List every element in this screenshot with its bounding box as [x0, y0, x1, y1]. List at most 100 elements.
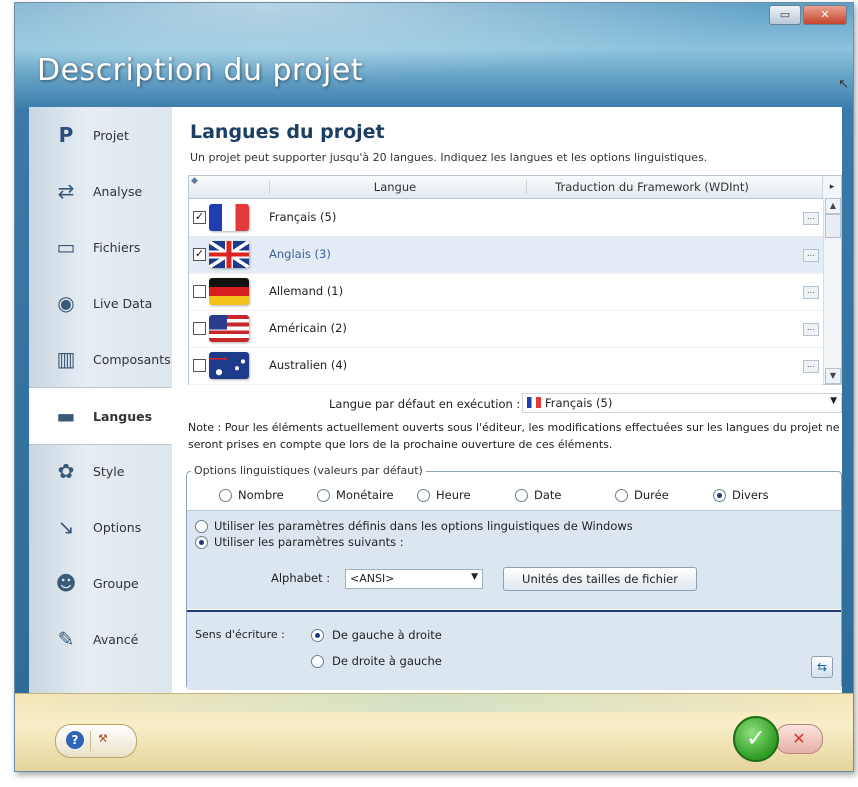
- row-more-button[interactable]: …: [803, 249, 819, 262]
- radio-icon: [219, 489, 232, 502]
- tab-label: Heure: [436, 488, 471, 502]
- option-label: Utiliser les paramètres définis dans les…: [214, 519, 633, 533]
- sidebar-item-label: Options: [93, 519, 142, 535]
- options-icon: ↘: [57, 515, 75, 539]
- project-description-window: ▭ ✕ Description du projet ↖ P Projet ⇄ A…: [14, 2, 854, 772]
- help-icon[interactable]: ?: [66, 731, 84, 749]
- alphabet-value: <ANSI>: [350, 572, 395, 585]
- advanced-icon: ✎: [57, 627, 75, 651]
- languages-table: ◆ Langue Traduction du Framework (WDInt)…: [188, 175, 842, 385]
- column-header-langue[interactable]: Langue: [269, 180, 520, 194]
- sidebar-item-label: Projet: [93, 127, 129, 143]
- options-legend: Options linguistiques (valeurs par défau…: [191, 464, 426, 477]
- sidebar-item-label: Groupe: [93, 575, 139, 591]
- sidebar-item-composants[interactable]: ▥ Composants: [29, 331, 172, 387]
- row-checkbox[interactable]: [193, 322, 206, 335]
- close-button[interactable]: ✕: [803, 5, 847, 25]
- sidebar-item-options[interactable]: ↘ Options: [29, 499, 172, 555]
- sidebar-item-label: Avancé: [93, 631, 139, 647]
- tab-label: Divers: [732, 488, 769, 502]
- tab-heure[interactable]: Heure: [417, 488, 471, 502]
- table-row[interactable]: Australien (4) …: [189, 347, 823, 385]
- default-language-select[interactable]: Français (5) ▼: [522, 393, 842, 413]
- main-panel: Langues du projet Un projet peut support…: [172, 107, 842, 693]
- sidebar-item-langues[interactable]: ▬ Langues: [29, 387, 179, 445]
- column-header-traduction[interactable]: Traduction du Framework (WDInt): [526, 180, 777, 194]
- tab-divers[interactable]: Divers: [713, 488, 769, 502]
- cancel-button[interactable]: ✕: [775, 724, 823, 754]
- tab-label: Nombre: [238, 488, 284, 502]
- files-icon: ▭: [56, 235, 76, 259]
- table-row[interactable]: ✓ Français (5) …: [189, 199, 823, 237]
- language-name: Anglais (3): [269, 247, 331, 261]
- language-name: Américain (2): [269, 321, 347, 335]
- row-checkbox[interactable]: [193, 285, 206, 298]
- table-scrollbar[interactable]: ▲ ▼: [823, 198, 841, 384]
- tab-duree[interactable]: Durée: [615, 488, 669, 502]
- radio-icon: [615, 489, 628, 502]
- sidebar-item-label: Composants: [93, 351, 171, 367]
- analysis-icon: ⇄: [57, 179, 75, 203]
- sidebar-item-projet[interactable]: P Projet: [29, 107, 172, 163]
- row-checkbox[interactable]: ✓: [193, 211, 206, 224]
- style-icon: ✿: [57, 459, 75, 483]
- note-text: Note : Pour les éléments actuellement ou…: [188, 421, 840, 451]
- sidebar-item-style[interactable]: ✿ Style: [29, 443, 172, 499]
- divers-settings-panel: Utiliser les paramètres définis dans les…: [187, 510, 841, 609]
- use-following-option[interactable]: Utiliser les paramètres suivants :: [195, 535, 404, 549]
- tab-label: Durée: [634, 488, 669, 502]
- scroll-up-icon[interactable]: ▲: [825, 198, 841, 214]
- refresh-icon[interactable]: ⇆: [811, 656, 833, 678]
- scroll-down-icon[interactable]: ▼: [825, 368, 841, 384]
- project-icon: P: [58, 123, 74, 147]
- ok-button[interactable]: ✓: [733, 716, 779, 762]
- writing-direction-panel: Sens d'écriture : De gauche à droite De …: [187, 610, 841, 690]
- flag-france-icon: [527, 397, 541, 408]
- radio-selected-icon: [311, 629, 324, 642]
- sidebar: P Projet ⇄ Analyse ▭ Fichiers ◉ Live Dat…: [29, 107, 179, 693]
- radio-icon: [417, 489, 430, 502]
- radio-selected-icon: [195, 536, 208, 549]
- sidebar-item-analyse[interactable]: ⇄ Analyse: [29, 163, 172, 219]
- row-checkbox[interactable]: [193, 359, 206, 372]
- tab-label: Monétaire: [336, 488, 394, 502]
- table-row[interactable]: ✓ Anglais (3) …: [189, 236, 823, 274]
- tab-date[interactable]: Date: [515, 488, 562, 502]
- rtl-option[interactable]: De droite à gauche: [311, 654, 442, 668]
- sidebar-item-avance[interactable]: ✎ Avancé: [29, 611, 172, 667]
- options-tabs: Nombre Monétaire Heure Date Durée Divers: [187, 482, 841, 510]
- ltr-option[interactable]: De gauche à droite: [311, 628, 442, 642]
- language-name: Allemand (1): [269, 284, 344, 298]
- flag-france-icon: [209, 204, 249, 231]
- alphabet-select[interactable]: <ANSI> ▼: [345, 569, 483, 589]
- row-more-button[interactable]: …: [803, 323, 819, 336]
- table-row[interactable]: Allemand (1) …: [189, 273, 823, 311]
- sidebar-item-fichiers[interactable]: ▭ Fichiers: [29, 219, 172, 275]
- page-title: Langues du projet: [190, 121, 385, 143]
- sidebar-item-live-data[interactable]: ◉ Live Data: [29, 275, 172, 331]
- row-checkbox[interactable]: ✓: [193, 248, 206, 261]
- sidebar-item-label: Fichiers: [93, 239, 141, 255]
- tools-icon[interactable]: ⚒: [98, 732, 114, 748]
- scroll-thumb[interactable]: [825, 214, 841, 238]
- sidebar-item-groupe[interactable]: ☻ Groupe: [29, 555, 172, 611]
- row-more-button[interactable]: …: [803, 286, 819, 299]
- radio-selected-icon: [713, 489, 726, 502]
- window-controls: ▭ ✕: [769, 5, 847, 25]
- row-more-button[interactable]: …: [803, 360, 819, 373]
- tab-monetaire[interactable]: Monétaire: [317, 488, 394, 502]
- mouse-cursor-icon: ↖: [838, 77, 849, 92]
- tab-nombre[interactable]: Nombre: [219, 488, 284, 502]
- chevron-down-icon: ▼: [830, 396, 837, 406]
- flag-usa-icon: [209, 315, 249, 342]
- sort-icon[interactable]: ◆: [191, 176, 198, 186]
- column-more-icon[interactable]: ▸: [822, 176, 841, 198]
- radio-icon: [195, 520, 208, 533]
- intro-text: Un projet peut supporter jusqu'à 20 lang…: [190, 151, 708, 164]
- file-size-units-button[interactable]: Unités des tailles de fichier: [503, 567, 697, 591]
- table-row[interactable]: Américain (2) …: [189, 310, 823, 348]
- use-windows-option[interactable]: Utiliser les paramètres définis dans les…: [195, 519, 633, 533]
- minimize-button[interactable]: ▭: [769, 5, 801, 25]
- row-more-button[interactable]: …: [803, 212, 819, 225]
- sidebar-item-label: Analyse: [93, 183, 143, 199]
